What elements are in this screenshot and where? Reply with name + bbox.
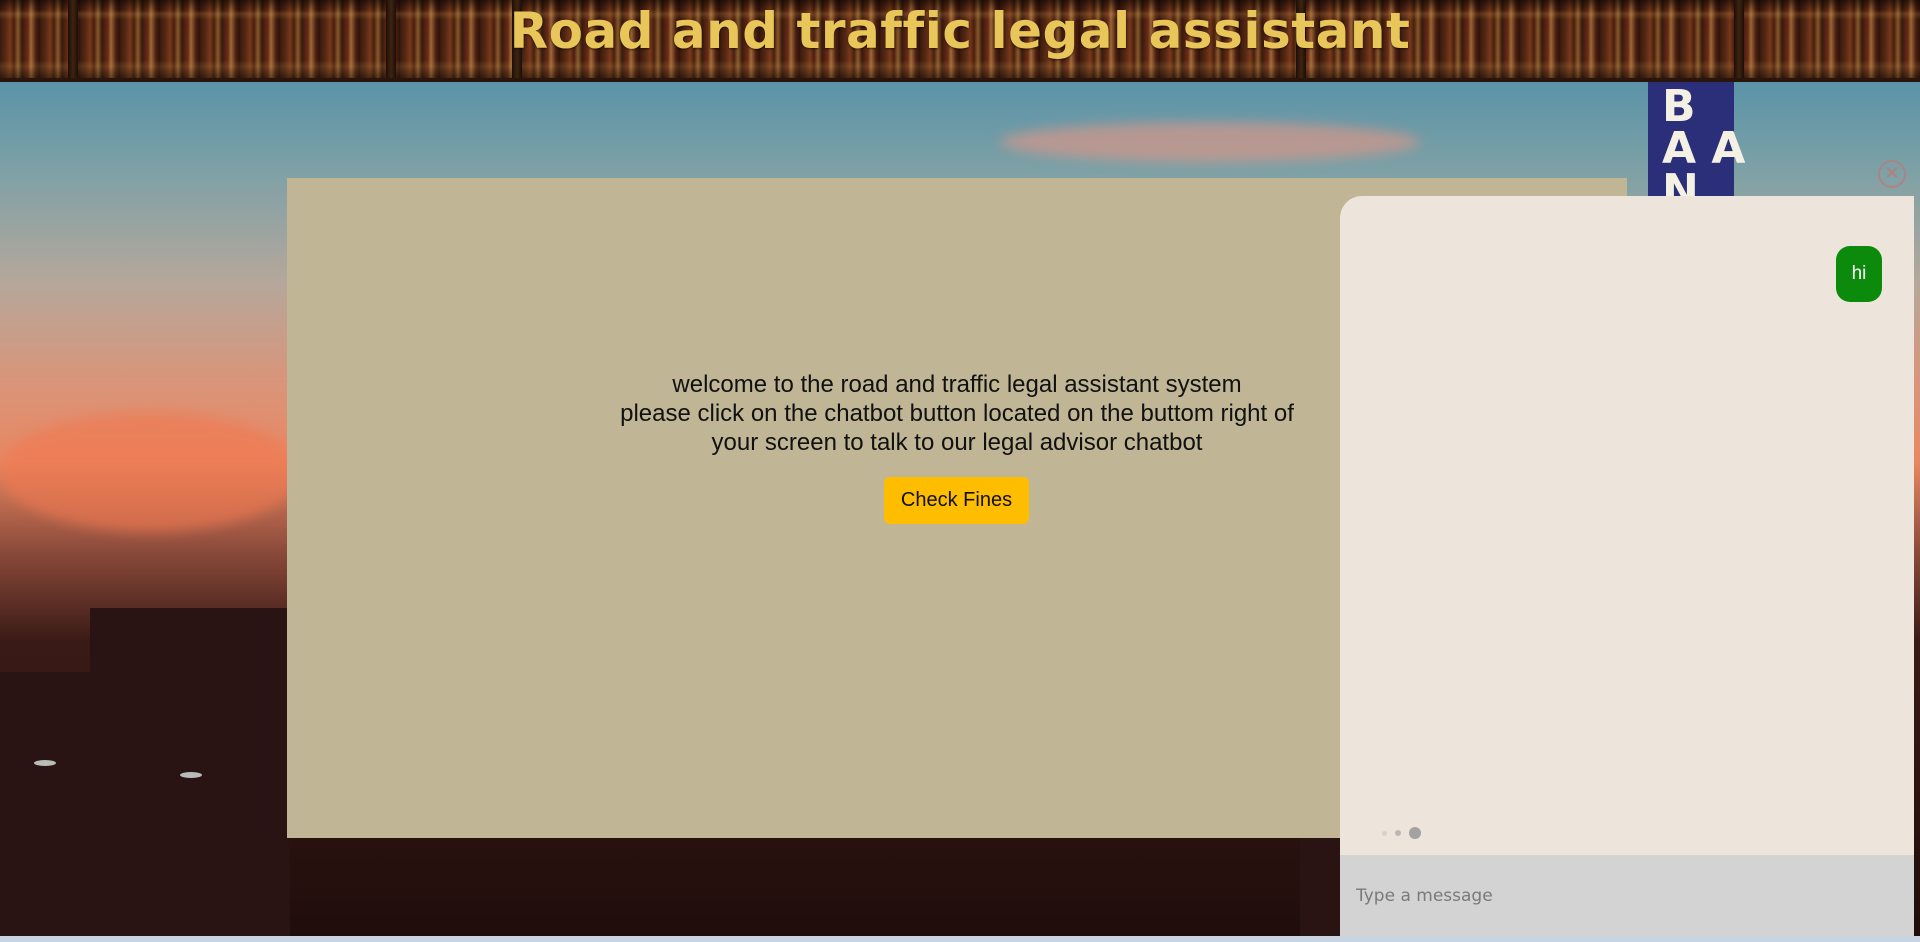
cloud — [1000, 122, 1420, 162]
close-icon[interactable]: ✕ — [1878, 160, 1906, 188]
cloud — [0, 412, 300, 532]
typing-dot — [1382, 830, 1387, 836]
typing-dot — [1395, 830, 1401, 836]
building — [90, 608, 290, 678]
user-message-bubble: hi — [1836, 246, 1882, 302]
welcome-line-1: welcome to the road and traffic legal as… — [672, 371, 1242, 398]
building — [0, 672, 290, 942]
welcome-message: welcome to the road and traffic legal as… — [587, 370, 1327, 457]
welcome-line-2: please click on the chatbot button locat… — [620, 400, 1294, 427]
chat-message-input[interactable] — [1340, 855, 1914, 936]
typing-indicator — [1382, 826, 1421, 840]
chat-input-bar — [1340, 855, 1914, 936]
bank-sign: BA AN — [1648, 82, 1745, 213]
chatbot-panel: hi — [1340, 196, 1914, 936]
typing-dot — [1409, 827, 1421, 839]
street-light — [34, 760, 56, 766]
page-title: Road and traffic legal assistant — [509, 2, 1411, 60]
check-fines-button[interactable]: Check Fines — [884, 477, 1029, 524]
welcome-line-3: your screen to talk to our legal advisor… — [711, 429, 1203, 456]
site-header: Road and traffic legal assistant — [0, 0, 1920, 82]
horizontal-scrollbar[interactable] — [0, 936, 1920, 942]
street-light — [180, 772, 202, 778]
